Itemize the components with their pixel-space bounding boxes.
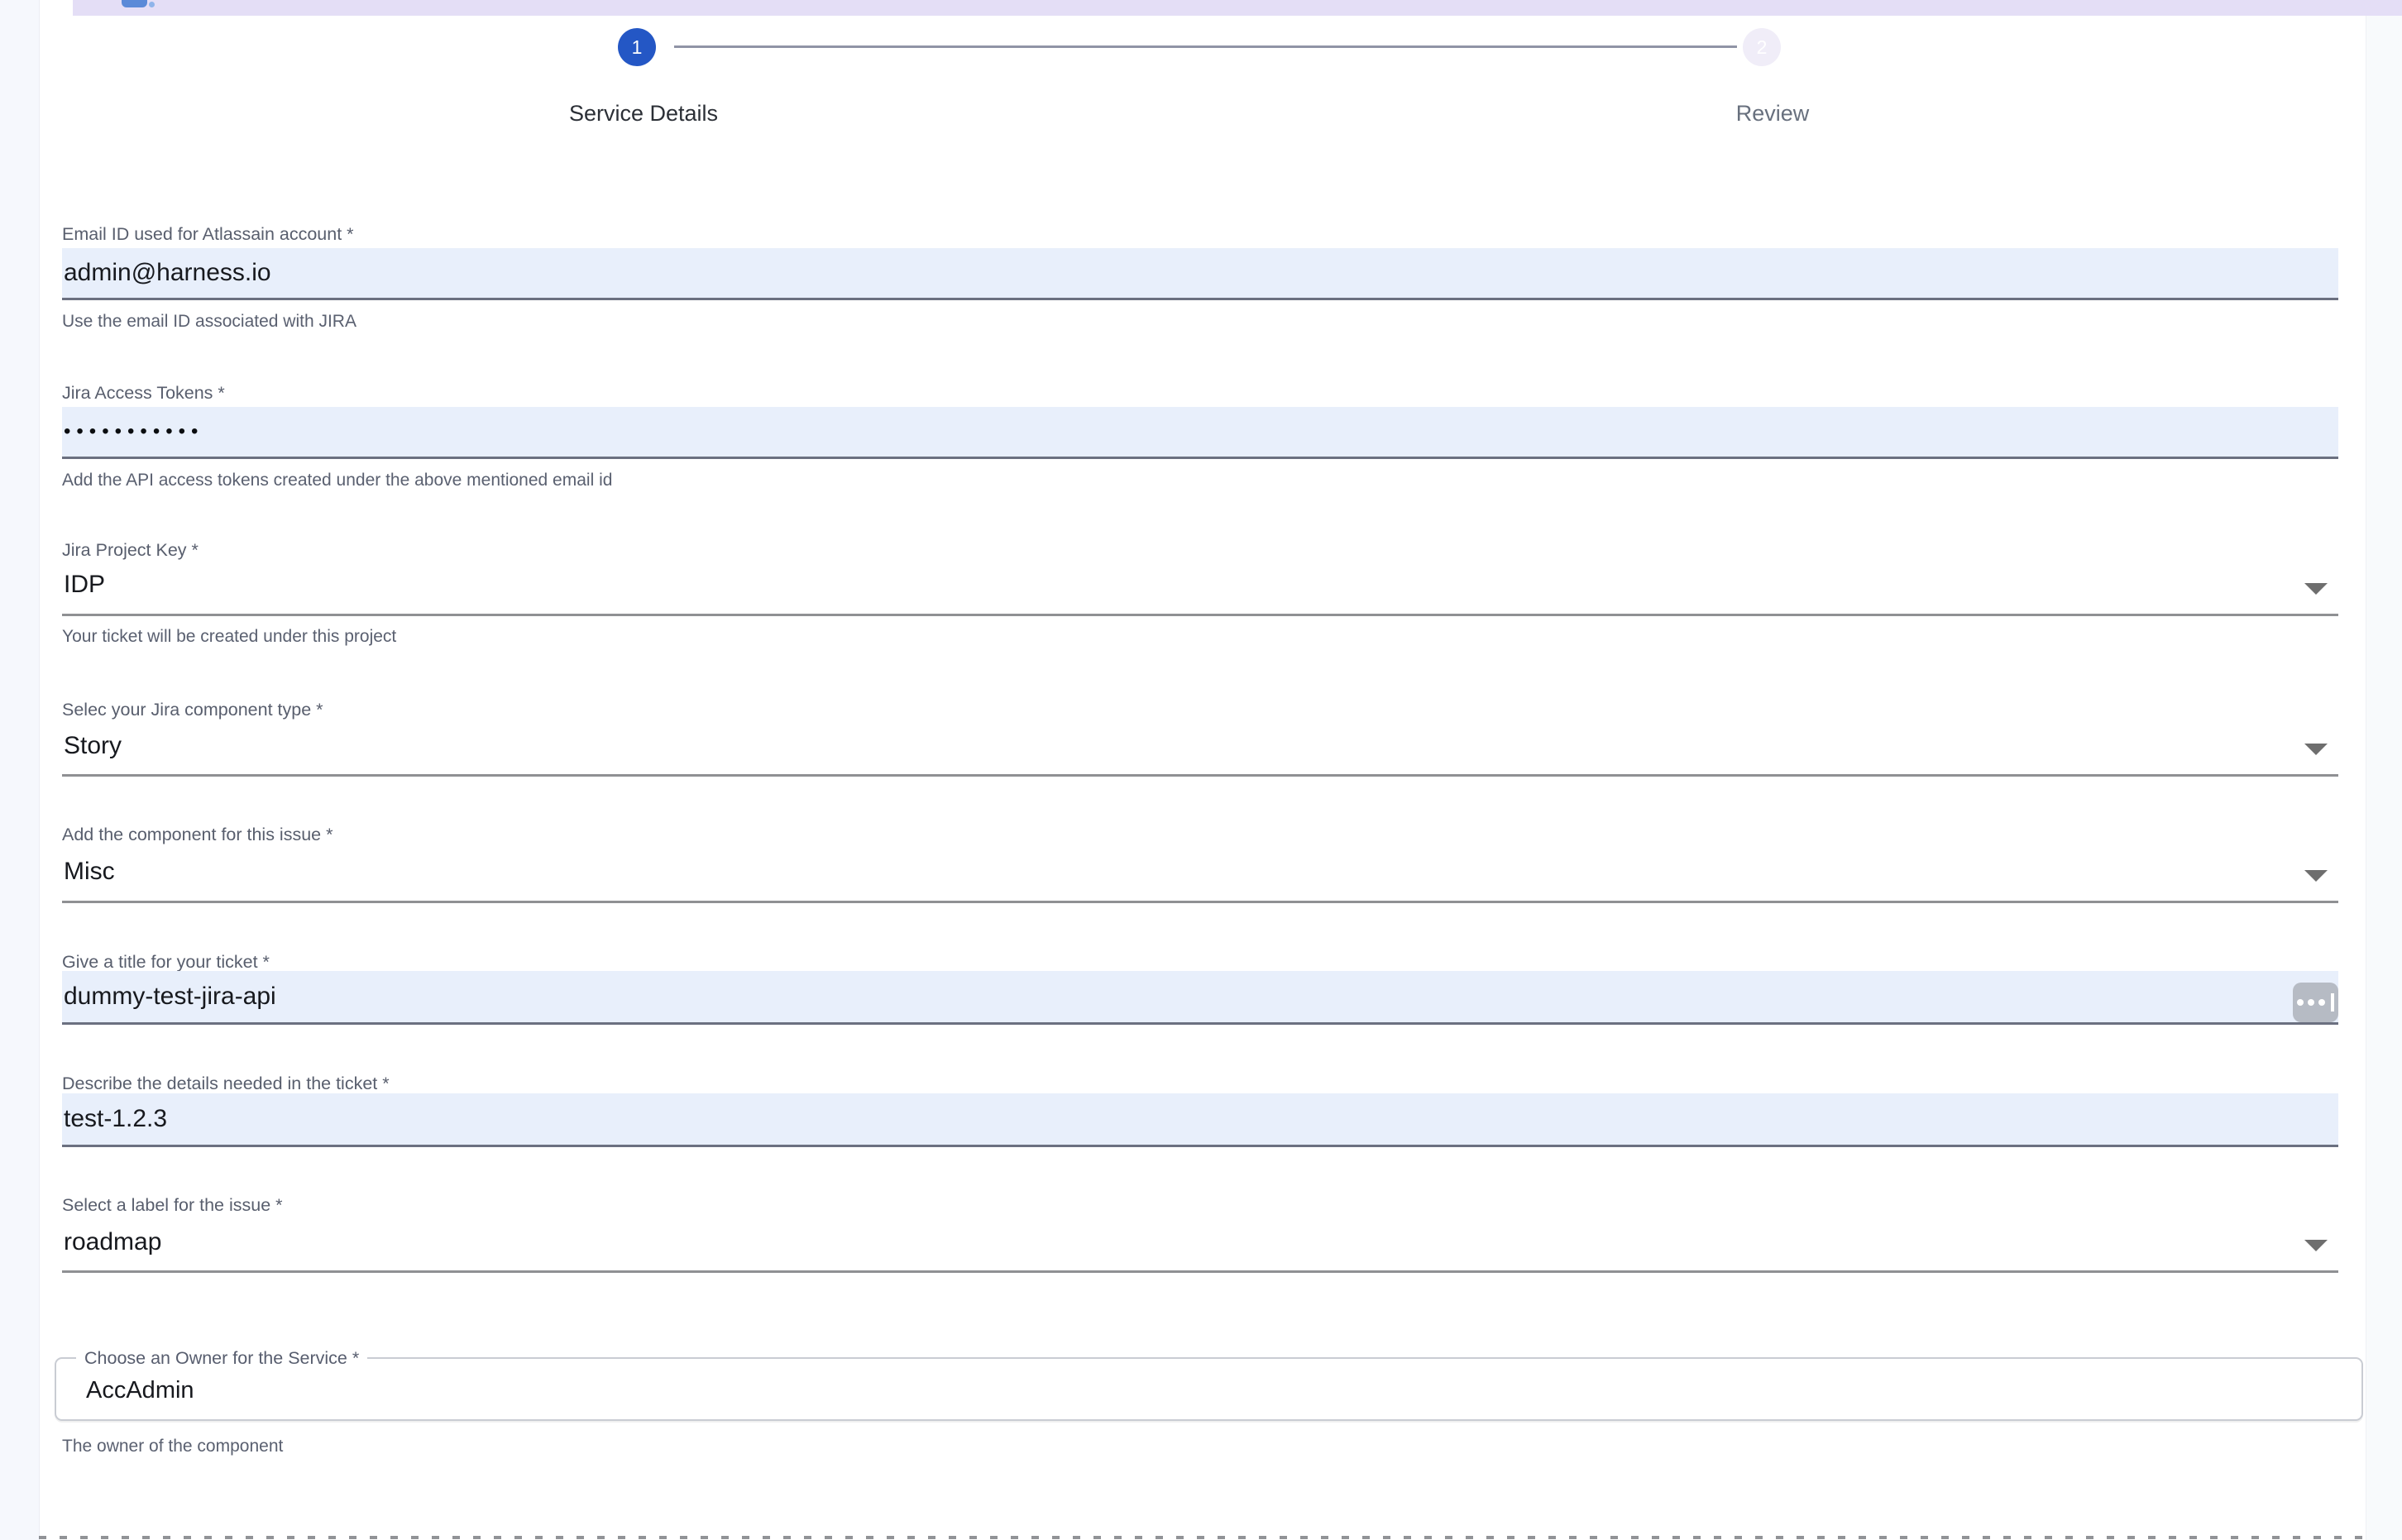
- runtime-input-icon[interactable]: [2293, 983, 2338, 1022]
- email-helper-text: Use the email ID associated with JIRA: [62, 312, 356, 332]
- email-input[interactable]: admin@harness.io: [62, 248, 2338, 300]
- component-type-select-underline: [62, 774, 2338, 777]
- jira-tokens-masked-value: •••••••••••: [62, 420, 203, 443]
- owner-input[interactable]: Choose an Owner for the Service * AccAdm…: [55, 1357, 2363, 1421]
- left-gutter: [0, 0, 40, 1540]
- runtime-input-dot: [2318, 999, 2325, 1006]
- project-key-field-label: Jira Project Key *: [62, 540, 199, 561]
- wizard-page: 1 Service Details 2 Review Email ID used…: [0, 0, 2402, 1540]
- owner-input-value: AccAdmin: [86, 1377, 194, 1404]
- cutoff-icon-fragment: [122, 0, 147, 7]
- issue-label-select-value[interactable]: roadmap: [64, 1228, 161, 1256]
- ticket-title-input[interactable]: dummy-test-jira-api: [62, 971, 2338, 1025]
- step-1-circle[interactable]: 1: [618, 28, 656, 66]
- component-type-caret-down-icon[interactable]: [2304, 744, 2328, 755]
- below-fold-content-edge: [39, 1536, 2366, 1539]
- component-select-value[interactable]: Misc: [64, 858, 115, 886]
- component-type-select-value[interactable]: Story: [64, 732, 122, 760]
- owner-helper-text: The owner of the component: [62, 1437, 283, 1456]
- issue-label-select-underline: [62, 1270, 2338, 1273]
- ticket-description-input[interactable]: test-1.2.3: [62, 1093, 2338, 1147]
- component-caret-down-icon[interactable]: [2304, 870, 2328, 882]
- owner-field-label: Choose an Owner for the Service *: [76, 1348, 367, 1369]
- email-field-label: Email ID used for Atlassain account *: [62, 224, 354, 245]
- project-key-select-underline: [62, 614, 2338, 616]
- jira-tokens-input[interactable]: •••••••••••: [62, 407, 2338, 459]
- email-input-value: admin@harness.io: [62, 259, 271, 287]
- ticket-description-field-label: Describe the details needed in the ticke…: [62, 1074, 390, 1094]
- step-2-label[interactable]: Review: [1736, 101, 1810, 127]
- runtime-input-dot: [2297, 999, 2304, 1006]
- component-select-underline: [62, 901, 2338, 903]
- ticket-title-field-label: Give a title for your ticket *: [62, 952, 270, 973]
- jira-tokens-helper-text: Add the API access tokens created under …: [62, 471, 612, 490]
- stepper-connector-line: [674, 45, 1737, 48]
- runtime-input-dot: [2308, 999, 2314, 1006]
- right-gutter: [2366, 16, 2402, 1540]
- step-2-circle[interactable]: 2: [1743, 28, 1781, 66]
- ticket-title-input-value: dummy-test-jira-api: [62, 983, 276, 1011]
- step-2-number: 2: [1757, 36, 1768, 59]
- issue-label-field-label: Select a label for the issue *: [62, 1195, 283, 1216]
- project-key-helper-text: Your ticket will be created under this p…: [62, 627, 396, 647]
- issue-label-caret-down-icon[interactable]: [2304, 1240, 2328, 1251]
- runtime-input-bar: [2331, 993, 2334, 1012]
- project-key-caret-down-icon[interactable]: [2304, 583, 2328, 595]
- component-type-field-label: Selec your Jira component type *: [62, 700, 323, 720]
- jira-tokens-field-label: Jira Access Tokens *: [62, 383, 225, 404]
- component-field-label: Add the component for this issue *: [62, 825, 333, 845]
- step-1-label[interactable]: Service Details: [569, 101, 718, 127]
- project-key-select-value[interactable]: IDP: [64, 571, 105, 599]
- top-purple-bar: [73, 0, 2402, 16]
- step-1-number: 1: [632, 36, 643, 59]
- ticket-description-input-value: test-1.2.3: [62, 1105, 167, 1133]
